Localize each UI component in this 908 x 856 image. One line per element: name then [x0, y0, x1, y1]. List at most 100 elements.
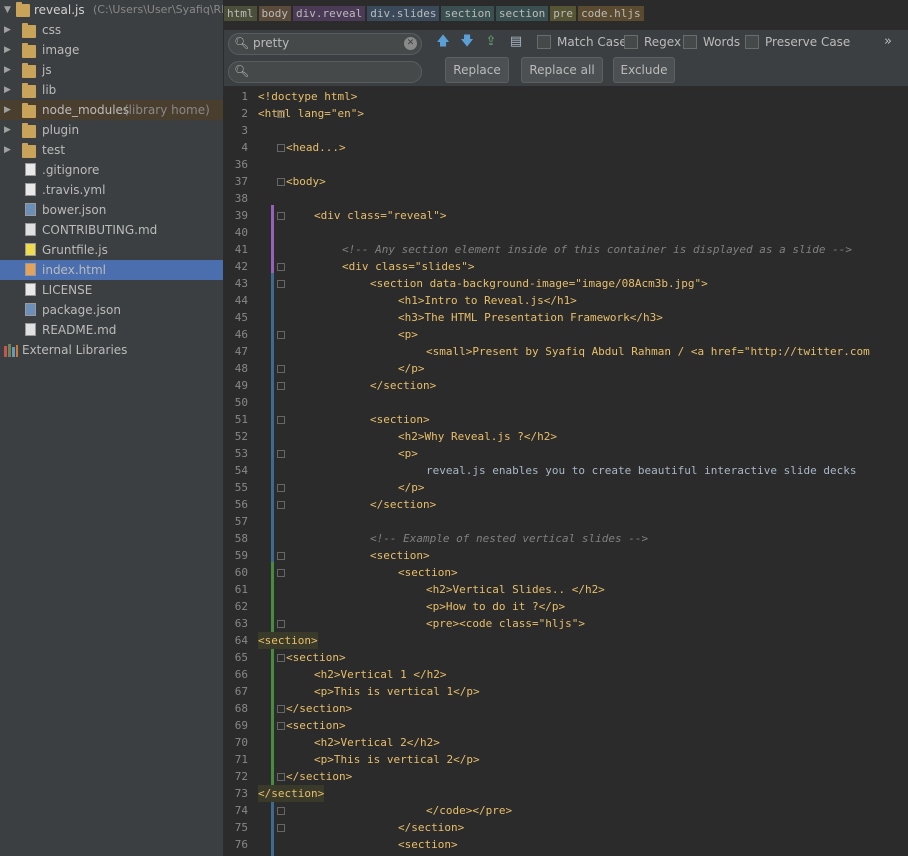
tree-item--gitignore[interactable]: .gitignore — [0, 160, 223, 180]
code-line[interactable]: <div class="slides"> — [342, 258, 474, 275]
chevron-right-icon[interactable]: ▶ — [4, 20, 14, 40]
code-line[interactable]: <!-- Any section element inside of this … — [342, 241, 852, 258]
fold-marker-icon[interactable] — [277, 501, 285, 509]
chevron-right-icon[interactable]: ▶ — [4, 120, 14, 140]
code-line[interactable]: <!-- Example of nested vertical slides -… — [370, 530, 648, 547]
tree-item-css[interactable]: ▶ css — [0, 20, 223, 40]
exclude-button[interactable]: Exclude — [613, 57, 675, 83]
code-line[interactable]: <p> — [398, 445, 418, 462]
chevron-right-icon[interactable]: ▶ — [4, 100, 14, 120]
checkbox[interactable] — [683, 35, 697, 49]
code-line[interactable]: </section> — [258, 785, 325, 802]
fold-marker-icon[interactable] — [277, 178, 285, 186]
tree-item-license[interactable]: LICENSE — [0, 280, 223, 300]
fold-marker-icon[interactable] — [277, 382, 285, 390]
tree-item-image[interactable]: ▶ image — [0, 40, 223, 60]
fold-marker-icon[interactable] — [277, 331, 285, 339]
breadcrumb-item[interactable]: div.reveal — [293, 6, 366, 21]
external-libraries[interactable]: External Libraries — [0, 340, 223, 360]
replace-input[interactable] — [253, 63, 399, 79]
code-line[interactable]: <h2>Vertical Slides.. </h2> — [426, 581, 605, 598]
chevron-right-icon[interactable]: ▶ — [4, 60, 14, 80]
code-line[interactable]: <div class="reveal"> — [314, 207, 446, 224]
tree-item-test[interactable]: ▶ test — [0, 140, 223, 160]
code-line[interactable]: <h2>Vertical 1 </h2> — [314, 666, 446, 683]
fold-marker-icon[interactable] — [277, 212, 285, 220]
search-icon[interactable]: 🔍︎ — [234, 36, 249, 50]
search-icon[interactable]: 🔍︎ — [234, 64, 249, 78]
tree-item-js[interactable]: ▶ js — [0, 60, 223, 80]
fold-marker-icon[interactable] — [277, 807, 285, 815]
fold-marker-icon[interactable] — [277, 722, 285, 730]
code-line[interactable]: <section> — [398, 836, 458, 853]
code-line[interactable]: reveal.js enables you to create beautifu… — [426, 462, 856, 479]
tree-item-node-modules[interactable]: ▶ node_modules (library home) — [0, 100, 223, 120]
code-line[interactable]: <small>Present by Syafiq Abdul Rahman / … — [426, 343, 870, 360]
fold-marker-icon[interactable] — [277, 144, 285, 152]
code-line[interactable]: </code></pre> — [426, 802, 512, 819]
code-line[interactable]: <section> — [398, 564, 458, 581]
arrow-up-icon[interactable]: 🡅 — [435, 34, 451, 50]
tree-item-lib[interactable]: ▶ lib — [0, 80, 223, 100]
checkbox[interactable] — [624, 35, 638, 49]
chevron-right-icon[interactable]: ▶ — [4, 140, 14, 160]
fold-marker-icon[interactable] — [277, 569, 285, 577]
tree-item-plugin[interactable]: ▶ plugin — [0, 120, 223, 140]
filter-icon[interactable]: ▤ — [508, 34, 524, 50]
fold-marker-icon[interactable] — [277, 654, 285, 662]
fold-marker-icon[interactable] — [277, 280, 285, 288]
chevron-right-icon[interactable]: ▶ — [4, 80, 14, 100]
code-line[interactable]: <section> — [258, 632, 318, 649]
tree-item-package-json[interactable]: package.json — [0, 300, 223, 320]
checkbox[interactable] — [745, 35, 759, 49]
fold-marker-icon[interactable] — [277, 773, 285, 781]
fold-marker-icon[interactable] — [277, 365, 285, 373]
tree-item--travis-yml[interactable]: .travis.yml — [0, 180, 223, 200]
chevron-right-icon[interactable]: ▶ — [4, 40, 14, 60]
code-line[interactable]: <h3>The HTML Presentation Framework</h3> — [398, 309, 663, 326]
breadcrumb-item[interactable]: section — [495, 6, 549, 21]
fold-marker-icon[interactable] — [277, 416, 285, 424]
search-input[interactable] — [253, 35, 399, 51]
code-editor[interactable]: 1 <!doctype html> 2 <html lang="en"> 3 4 <head… — [224, 86, 908, 856]
fold-marker-icon[interactable] — [277, 263, 285, 271]
breadcrumb-item[interactable]: code.hljs — [578, 6, 644, 21]
code-line[interactable]: </section> — [370, 496, 436, 513]
code-line[interactable]: <head...> — [286, 139, 346, 156]
tree-item-contributing-md[interactable]: CONTRIBUTING.md — [0, 220, 223, 240]
chevron-down-icon[interactable]: ▼ — [4, 0, 14, 20]
breadcrumb-item[interactable]: pre — [550, 6, 577, 21]
tree-root[interactable]: ▼ reveal.js (C:\Users\User\Syafiq\REVEA — [0, 0, 223, 20]
search-field[interactable]: 🔍︎ ✕ — [228, 33, 422, 55]
code-line[interactable]: </section> — [286, 768, 352, 785]
tree-item-gruntfile-js[interactable]: Gruntfile.js — [0, 240, 223, 260]
code-line[interactable]: <h1>Intro to Reveal.js</h1> — [398, 292, 577, 309]
code-line[interactable]: </p> — [398, 479, 425, 496]
breadcrumb-item[interactable]: section — [441, 6, 494, 21]
code-line[interactable]: <section> — [286, 649, 346, 666]
code-line[interactable]: <section> — [370, 547, 430, 564]
tree-item-index-html[interactable]: index.html — [0, 260, 223, 280]
code-line[interactable]: <p>How to do it ?</p> — [426, 598, 565, 615]
fold-marker-icon[interactable] — [277, 620, 285, 628]
code-line[interactable]: <p> — [398, 326, 418, 343]
code-line[interactable]: </section> — [286, 700, 352, 717]
fold-marker-icon[interactable] — [277, 484, 285, 492]
select-all-occurrences-icon[interactable]: ⇪ — [483, 34, 499, 50]
code-line[interactable]: <body> — [286, 173, 326, 190]
code-line[interactable]: <!doctype html> — [258, 88, 357, 105]
code-line[interactable]: </section> — [398, 819, 464, 836]
tree-item-readme-md[interactable]: README.md — [0, 320, 223, 340]
fold-marker-icon[interactable] — [277, 450, 285, 458]
code-line[interactable]: <section> — [286, 717, 346, 734]
breadcrumb-item[interactable]: html — [224, 6, 257, 21]
code-line[interactable]: <h2>Why Reveal.js ?</h2> — [398, 428, 557, 445]
clear-icon[interactable]: ✕ — [404, 37, 417, 50]
checkbox[interactable] — [537, 35, 551, 49]
code-line[interactable]: <p>This is vertical 2</p> — [314, 751, 480, 768]
code-line[interactable]: <section data-background-image="image/08… — [370, 275, 708, 292]
breadcrumb-item[interactable]: body — [258, 6, 291, 21]
more-options-icon[interactable]: » — [880, 34, 896, 50]
replace-field[interactable]: 🔍︎ — [228, 61, 422, 83]
code-line[interactable]: <html lang="en"> — [258, 105, 364, 122]
